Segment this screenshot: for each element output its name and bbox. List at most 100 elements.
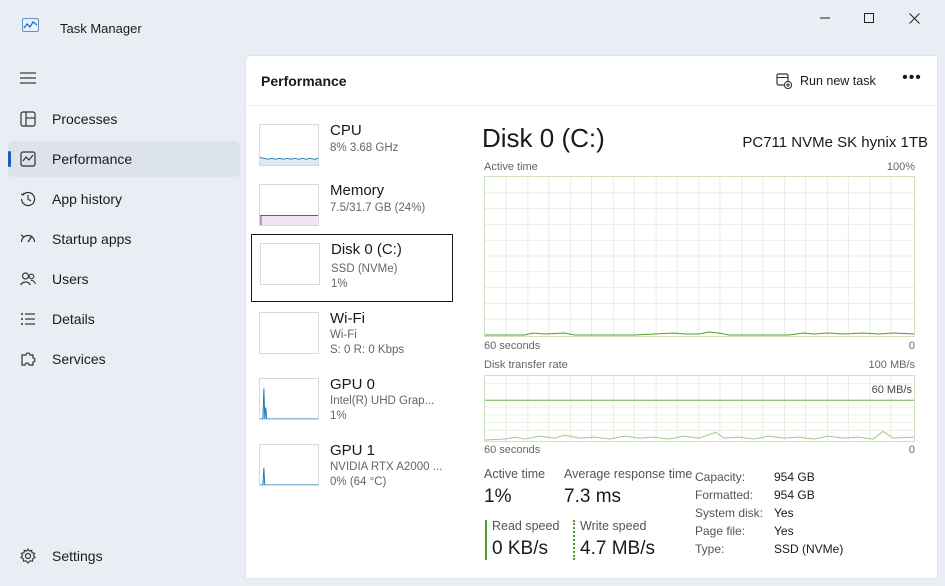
device-name: Disk 0 (C:) <box>331 241 402 258</box>
formatted-value: 954 GB <box>774 488 815 502</box>
device-usage: 0% (64 °C) <box>330 476 387 488</box>
active-time-max-label: 100% <box>886 161 915 173</box>
maximize-button[interactable] <box>846 6 892 30</box>
sidebar-item-label: Processes <box>52 111 118 127</box>
page-title: Performance <box>261 73 347 89</box>
sidebar-item-label: Startup apps <box>52 231 132 247</box>
avg-response-stat-label: Average response time <box>564 467 693 481</box>
device-usage: 1% <box>331 278 348 290</box>
performance-icon <box>20 151 36 167</box>
sidebar-item-processes[interactable]: Processes <box>8 101 240 137</box>
system-disk-value: Yes <box>774 506 794 520</box>
avg-response-stat-value: 7.3 ms <box>564 486 622 507</box>
type-value: SSD (NVMe) <box>774 542 844 556</box>
sidebar-item-startup-apps[interactable]: Startup apps <box>8 221 240 257</box>
sidebar-item-details[interactable]: Details <box>8 301 240 337</box>
sidebar-item-performance[interactable]: Performance <box>8 141 240 177</box>
device-name: Memory <box>330 182 385 199</box>
new-task-icon <box>776 73 792 89</box>
active-time-stat-label: Active time <box>484 467 546 481</box>
active-time-window-label: 60 seconds <box>484 340 541 352</box>
disk-model: PC711 NVMe SK hynix 1TB <box>742 134 928 151</box>
minimize-icon <box>820 17 830 19</box>
device-name: GPU 0 <box>330 376 376 393</box>
device-item-cpu[interactable]: CPU 8% 3.68 GHz <box>251 116 453 182</box>
device-detail: 8% 3.68 GHz <box>330 142 399 154</box>
device-detail: Wi-Fi <box>330 329 357 341</box>
disk-title: Disk 0 (C:) <box>482 123 605 153</box>
window-title: Task Manager <box>60 21 142 36</box>
sidebar-item-app-history[interactable]: App history <box>8 181 240 217</box>
task-manager-icon <box>22 18 39 32</box>
device-name: Wi-Fi <box>330 310 365 327</box>
speedometer-icon <box>20 234 36 243</box>
sidebar-item-label: Services <box>52 351 106 367</box>
read-speed-value: 0 KB/s <box>492 538 548 559</box>
history-icon <box>20 191 36 207</box>
page-file-value: Yes <box>774 524 794 538</box>
sidebar-item-settings[interactable]: Settings <box>8 538 240 574</box>
read-speed-label: Read speed <box>492 519 560 533</box>
hamburger-menu-icon[interactable] <box>20 72 36 84</box>
transfer-rate-graph <box>484 375 915 442</box>
device-item-wifi[interactable]: Wi-Fi Wi-Fi S: 0 R: 0 Kbps <box>251 304 453 370</box>
device-detail: NVIDIA RTX A2000 ... <box>330 461 443 473</box>
sidebar-item-label: App history <box>52 191 123 207</box>
device-name: CPU <box>330 122 362 139</box>
transfer-rate-window-label: 60 seconds <box>484 444 541 456</box>
sidebar-item-services[interactable]: Services <box>8 341 240 377</box>
write-speed-value: 4.7 MB/s <box>580 538 655 559</box>
main-panel: Performance Run new task ••• CPU 8% 3.68… <box>245 55 938 579</box>
puzzle-icon <box>21 352 36 366</box>
gpu1-thumbnail-graph <box>259 444 319 486</box>
capacity-value: 954 GB <box>774 470 815 484</box>
page-file-label: Page file: <box>695 524 746 538</box>
memory-thumbnail-graph <box>259 184 319 226</box>
list-icon <box>21 313 35 325</box>
sidebar: Processes Performance App history Startu… <box>0 54 244 586</box>
wifi-thumbnail-graph <box>259 312 319 354</box>
device-detail: SSD (NVMe) <box>331 263 398 275</box>
more-options-button[interactable]: ••• <box>901 69 923 91</box>
disk-thumbnail-graph <box>260 243 320 285</box>
capacity-label: Capacity: <box>695 470 746 484</box>
active-time-graph <box>484 176 915 337</box>
device-item-memory[interactable]: Memory 7.5/31.7 GB (24%) <box>251 176 453 242</box>
page-header: Performance Run new task ••• <box>246 56 937 106</box>
gear-icon <box>20 548 36 564</box>
device-usage: S: 0 R: 0 Kbps <box>330 344 405 356</box>
device-detail: 7.5/31.7 GB (24%) <box>330 202 426 214</box>
maximize-icon <box>864 13 874 23</box>
processes-icon <box>20 111 36 127</box>
device-item-gpu0[interactable]: GPU 0 Intel(R) UHD Grap... 1% <box>251 370 453 436</box>
close-button[interactable] <box>891 6 937 30</box>
more-icon: ••• <box>902 69 922 86</box>
write-speed-label: Write speed <box>580 519 647 533</box>
device-usage: 1% <box>330 410 347 422</box>
sidebar-item-label: Performance <box>52 151 133 167</box>
transfer-rate-min-label: 0 <box>908 444 915 456</box>
sidebar-item-users[interactable]: Users <box>8 261 240 297</box>
minimize-button[interactable] <box>802 6 848 30</box>
transfer-rate-graph-label: Disk transfer rate <box>484 359 568 371</box>
active-time-stat-value: 1% <box>484 486 512 507</box>
device-detail: Intel(R) UHD Grap... <box>330 395 435 407</box>
sidebar-item-label: Details <box>52 311 95 327</box>
type-label: Type: <box>695 542 725 556</box>
write-speed-indicator <box>573 520 575 560</box>
close-icon <box>908 12 920 24</box>
active-time-min-label: 0 <box>908 340 915 352</box>
disk-detail-panel: Disk 0 (C:) PC711 NVMe SK hynix 1TB Acti… <box>482 106 932 576</box>
run-new-task-button[interactable]: Run new task <box>776 70 876 92</box>
transfer-rate-max-label: 100 MB/s <box>868 359 915 371</box>
read-speed-indicator <box>485 520 487 560</box>
sidebar-item-label: Settings <box>52 548 103 564</box>
run-new-task-label: Run new task <box>800 74 876 88</box>
users-icon <box>20 272 36 286</box>
system-disk-label: System disk: <box>695 506 764 520</box>
device-item-disk[interactable]: Disk 0 (C:) SSD (NVMe) 1% <box>251 234 453 302</box>
device-name: GPU 1 <box>330 442 376 459</box>
active-time-graph-label: Active time <box>484 161 538 173</box>
transfer-rate-scale-label: 60 MB/s <box>871 384 912 396</box>
device-item-gpu1[interactable]: GPU 1 NVIDIA RTX A2000 ... 0% (64 °C) <box>251 436 453 502</box>
